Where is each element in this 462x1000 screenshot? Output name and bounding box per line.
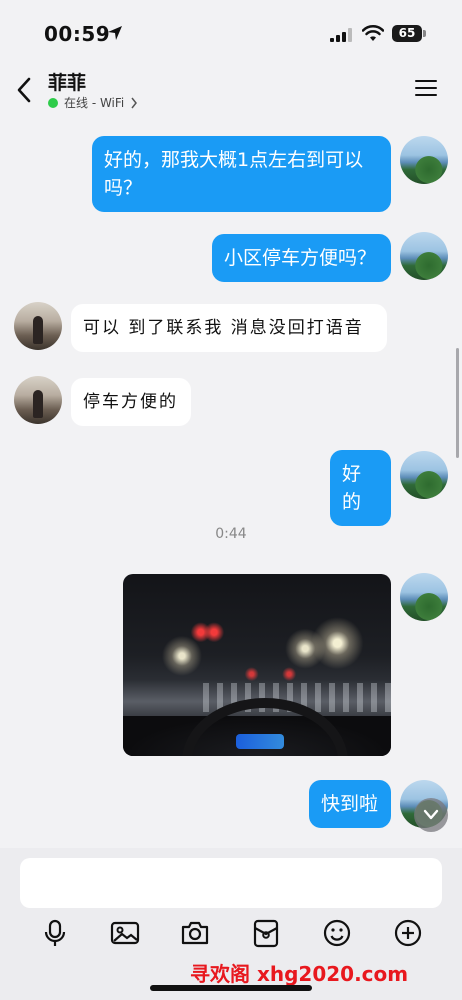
microphone-icon	[44, 919, 66, 946]
emoji-button[interactable]	[322, 918, 352, 948]
wifi-icon	[362, 25, 384, 41]
photo-button[interactable]	[110, 918, 140, 948]
friend-avatar[interactable]	[14, 302, 62, 350]
message-input[interactable]	[20, 858, 442, 908]
menu-icon[interactable]	[414, 78, 438, 98]
home-indicator[interactable]	[150, 985, 312, 991]
image-icon	[110, 921, 140, 945]
scroll-to-bottom-button[interactable]	[414, 798, 448, 832]
outgoing-message[interactable]: 快到啦	[309, 780, 391, 828]
outgoing-message[interactable]: 好的	[330, 450, 391, 526]
outgoing-message[interactable]: 好的，那我大概1点左右到可以吗？	[92, 136, 391, 212]
location-arrow-icon	[108, 26, 122, 40]
plus-icon	[394, 919, 422, 947]
image-message[interactable]	[123, 574, 391, 756]
friend-avatar[interactable]	[14, 376, 62, 424]
chat-header: 菲菲 在线 - WiFi	[0, 64, 462, 116]
more-button[interactable]	[393, 918, 423, 948]
voice-button[interactable]	[40, 918, 70, 948]
my-avatar[interactable]	[400, 136, 448, 184]
my-avatar[interactable]	[400, 451, 448, 499]
back-icon[interactable]	[14, 76, 34, 104]
chat-title[interactable]: 菲菲	[48, 68, 86, 95]
chevron-right-icon	[131, 97, 138, 108]
camera-icon	[181, 921, 209, 945]
my-avatar[interactable]	[400, 232, 448, 280]
emoji-icon	[323, 919, 351, 947]
incoming-message[interactable]: 可以 到了联系我 消息没回打语音	[71, 304, 387, 352]
scrollbar[interactable]	[456, 348, 459, 458]
presence-status[interactable]: 在线 - WiFi	[48, 94, 138, 111]
watermark-text: 寻欢阁 xhg2020.com	[190, 962, 409, 986]
status-time: 00:59	[44, 22, 111, 46]
signal-icon	[330, 28, 352, 42]
battery-icon: 65	[392, 25, 422, 42]
status-bar: 00:59 65	[0, 0, 462, 64]
photo-gauge	[235, 734, 284, 749]
my-avatar[interactable]	[400, 573, 448, 621]
presence-label: 在线 - WiFi	[64, 96, 125, 110]
red-packet-icon	[253, 919, 279, 948]
online-dot-icon	[48, 97, 58, 108]
incoming-message[interactable]: 停车方便的	[71, 378, 191, 426]
message-timestamp: 0:44	[215, 526, 247, 542]
message-list[interactable]: 好的，那我大概1点左右到可以吗？ 小区停车方便吗？ 可以 到了联系我 消息没回打…	[0, 116, 462, 848]
red-packet-button[interactable]	[251, 918, 281, 948]
battery-tip	[423, 30, 426, 37]
chevron-down-icon	[423, 809, 439, 820]
camera-button[interactable]	[180, 918, 210, 948]
outgoing-message[interactable]: 小区停车方便吗？	[212, 234, 391, 282]
